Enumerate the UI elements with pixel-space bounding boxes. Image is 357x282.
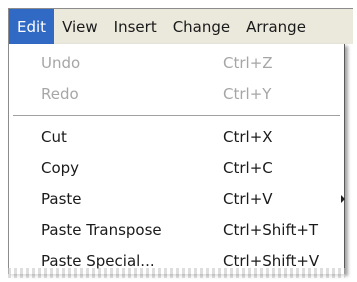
menu-item-label: Copy bbox=[41, 158, 80, 177]
menu-item-copy[interactable]: Copy Ctrl+C bbox=[9, 152, 344, 183]
menu-item-shortcut: Ctrl+C bbox=[223, 158, 273, 177]
menu-item-shortcut: Ctrl+Y bbox=[223, 84, 272, 103]
menu-item-label: Redo bbox=[41, 84, 79, 103]
truncated-menu-edge bbox=[8, 268, 345, 278]
menu-insert[interactable]: Insert bbox=[106, 9, 165, 44]
menu-item-label: Paste Transpose bbox=[41, 220, 162, 239]
menu-edit[interactable]: Edit bbox=[9, 9, 55, 44]
menu-item-undo[interactable]: Undo Ctrl+Z bbox=[9, 47, 344, 78]
menu-item-label: Paste Special... bbox=[41, 251, 155, 270]
menu-view[interactable]: View bbox=[54, 9, 106, 44]
menu-item-redo[interactable]: Redo Ctrl+Y bbox=[9, 78, 344, 109]
menu-bar: Edit View Insert Change Arrange bbox=[8, 8, 353, 44]
menu-separator bbox=[9, 109, 344, 121]
menu-item-paste[interactable]: Paste Ctrl+V bbox=[9, 183, 345, 214]
menu-item-shortcut: Ctrl+Shift+T bbox=[223, 220, 319, 239]
menu-arrange[interactable]: Arrange bbox=[238, 9, 314, 44]
menu-item-shortcut: Ctrl+X bbox=[223, 127, 273, 146]
menu-item-shortcut: Ctrl+Shift+V bbox=[223, 251, 320, 270]
menu-item-cut[interactable]: Cut Ctrl+X bbox=[9, 121, 344, 152]
application-window: Edit View Insert Change Arrange Undo Ctr… bbox=[0, 0, 357, 282]
menu-item-label: Undo bbox=[41, 53, 81, 72]
menu-item-label: Paste bbox=[41, 189, 82, 208]
menu-item-shortcut: Ctrl+V bbox=[223, 189, 273, 208]
menu-item-label: Cut bbox=[41, 127, 67, 146]
menu-change[interactable]: Change bbox=[165, 9, 238, 44]
menu-item-paste-transpose[interactable]: Paste Transpose Ctrl+Shift+T bbox=[9, 214, 344, 245]
edit-dropdown-menu: Undo Ctrl+Z Redo Ctrl+Y Cut Ctrl+X Copy … bbox=[8, 44, 345, 274]
submenu-arrow-icon bbox=[341, 195, 345, 203]
menu-item-shortcut: Ctrl+Z bbox=[223, 53, 273, 72]
